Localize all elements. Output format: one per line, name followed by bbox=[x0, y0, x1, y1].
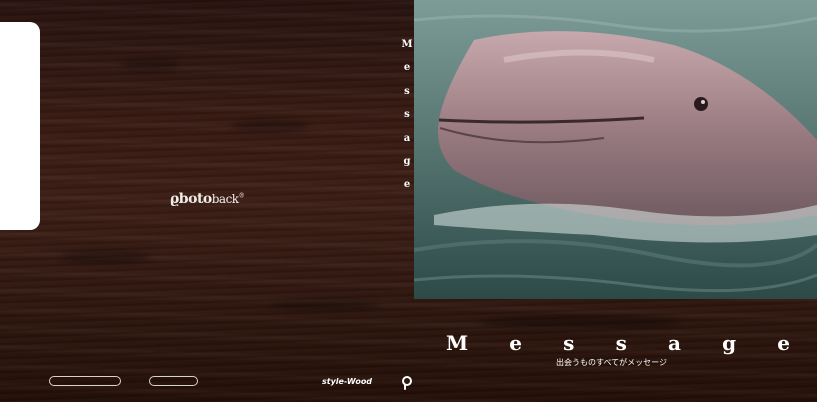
message-letter: a bbox=[667, 331, 681, 355]
message-letter: e bbox=[509, 331, 523, 355]
vertical-title: M e s s a g e bbox=[400, 38, 414, 202]
vertical-title-letter: e bbox=[403, 179, 411, 191]
message-letter: M bbox=[446, 331, 469, 355]
logo-light-text: back bbox=[211, 192, 239, 206]
vertical-title-letter: g bbox=[403, 155, 411, 167]
vertical-title-letter: e bbox=[403, 62, 411, 74]
wood-grain bbox=[60, 250, 150, 264]
vertical-title-letter: s bbox=[404, 109, 410, 121]
photoback-logo: ϱbotoback® bbox=[170, 191, 245, 207]
registered-mark: ® bbox=[238, 192, 245, 200]
wood-grain bbox=[270, 300, 380, 310]
wood-grain bbox=[120, 60, 180, 70]
cover-photo bbox=[414, 0, 817, 299]
rounded-pill-button-left[interactable] bbox=[49, 376, 121, 386]
white-side-panel bbox=[0, 22, 40, 230]
message-subtitle: 出会うものすべてがメッセージ bbox=[556, 358, 667, 367]
message-letter: s bbox=[563, 331, 575, 355]
vertical-title-letter: M bbox=[401, 39, 413, 50]
vertical-title-letter: s bbox=[404, 85, 410, 97]
photobook-cover: ϱbotoback® M e s s a g e M e s s a g e 出… bbox=[0, 0, 817, 402]
style-label: style-Wood bbox=[322, 377, 373, 386]
logo-bold-text: ϱboto bbox=[170, 191, 212, 207]
message-heading: M e s s a g e bbox=[446, 331, 790, 355]
wood-grain bbox=[230, 120, 310, 132]
message-letter: s bbox=[615, 331, 627, 355]
rounded-pill-button-right[interactable] bbox=[149, 376, 198, 386]
photoback-p-icon bbox=[401, 375, 413, 394]
wood-grain bbox=[480, 315, 680, 331]
message-letter: e bbox=[777, 331, 790, 355]
vertical-title-letter: a bbox=[403, 132, 411, 144]
message-letter: g bbox=[722, 331, 737, 355]
dolphin-photo-icon bbox=[414, 0, 817, 299]
